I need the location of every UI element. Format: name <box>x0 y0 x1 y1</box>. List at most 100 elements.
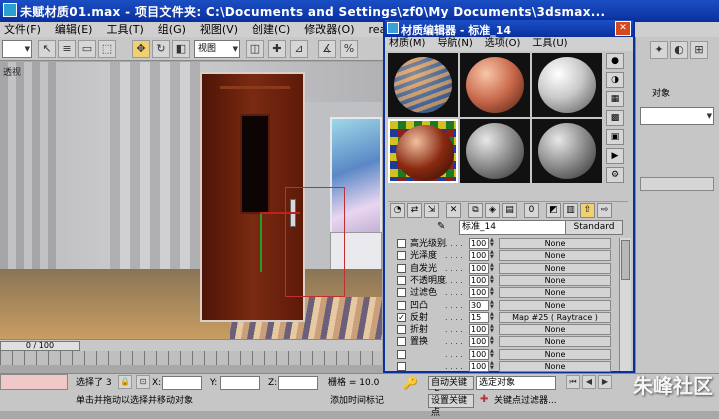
scale-icon[interactable]: ◧ <box>172 40 190 58</box>
map-amount-spinner[interactable]: ▲ ▼ <box>490 238 496 249</box>
map-amount-spinner[interactable]: ▲ ▼ <box>490 348 496 360</box>
time-slider-thumb[interactable]: 0 / 100 <box>0 341 80 351</box>
map-enable-checkbox[interactable] <box>397 325 406 335</box>
previous-frame-icon[interactable]: ◀ <box>582 375 596 389</box>
sample-slot-1[interactable] <box>388 53 458 117</box>
menu-modifiers[interactable]: 修改器(O) <box>304 22 354 37</box>
move-icon[interactable]: ✥ <box>132 40 150 58</box>
video-check-icon[interactable]: ▣ <box>606 129 624 145</box>
y-coordinate-input[interactable] <box>220 376 260 390</box>
auto-key-button[interactable]: 自动关键点 <box>428 376 474 400</box>
map-enable-checkbox[interactable] <box>397 362 406 371</box>
map-amount-input[interactable]: 100 <box>469 262 489 274</box>
modifier-stack-controls[interactable] <box>640 177 714 191</box>
snap-icon[interactable]: ⊿ <box>290 40 308 58</box>
me-menu-utilities[interactable]: 工具(U) <box>532 37 567 51</box>
go-forward-sibling-icon[interactable]: ⇨ <box>597 203 612 218</box>
select-manipulate-icon[interactable]: ✚ <box>268 40 286 58</box>
sample-slot-6[interactable] <box>532 119 602 183</box>
sample-slot-2[interactable] <box>460 53 530 117</box>
move-gizmo-x-axis[interactable] <box>260 212 300 214</box>
map-amount-spinner[interactable]: ▲ ▼ <box>490 324 496 335</box>
get-material-icon[interactable]: ◔ <box>390 203 405 218</box>
menu-tools[interactable]: 工具(T) <box>106 22 143 37</box>
reset-map-icon[interactable]: ✕ <box>446 203 461 218</box>
sample-type-icon[interactable]: ● <box>606 53 624 69</box>
menu-file[interactable]: 文件(F) <box>4 22 41 37</box>
map-slot-button[interactable]: None <box>499 250 611 262</box>
map-enable-checkbox[interactable] <box>397 337 406 347</box>
me-menu-options[interactable]: 选项(O) <box>485 37 521 51</box>
set-key-button[interactable]: 设置关键点 <box>428 394 474 418</box>
map-amount-input[interactable]: 100 <box>469 324 489 336</box>
x-coordinate-input[interactable] <box>162 376 202 390</box>
select-by-name-icon[interactable]: ≡ <box>58 40 76 58</box>
menu-edit[interactable]: 编辑(E) <box>55 22 93 37</box>
pivot-icon[interactable]: ◫ <box>246 40 264 58</box>
perspective-viewport[interactable]: 透视 <box>0 62 382 339</box>
map-enable-checkbox[interactable]: ✓ <box>397 312 406 322</box>
backlight-icon[interactable]: ◑ <box>606 72 624 88</box>
map-amount-spinner[interactable]: ▲ ▼ <box>490 287 496 298</box>
sample-slot-3[interactable] <box>532 53 602 117</box>
map-amount-spinner[interactable]: ▲ ▼ <box>490 250 496 261</box>
map-amount-input[interactable]: 100 <box>469 238 489 249</box>
track-bar[interactable] <box>0 351 382 365</box>
map-slot-button[interactable]: None <box>499 274 611 286</box>
map-amount-input[interactable]: 100 <box>469 287 489 299</box>
selection-filter-dropdown[interactable] <box>2 40 32 58</box>
viewport-label[interactable]: 透视 <box>3 65 21 78</box>
map-slot-button[interactable]: Map #25 ( Raytrace ) <box>499 311 611 323</box>
sample-slot-4-active[interactable] <box>388 119 458 183</box>
map-amount-input[interactable]: 100 <box>469 361 489 372</box>
map-enable-checkbox[interactable] <box>397 300 406 310</box>
make-preview-icon[interactable]: ▶ <box>606 148 624 164</box>
map-slot-button[interactable]: None <box>499 324 611 336</box>
show-map-in-viewport-icon[interactable]: ◩ <box>546 203 561 218</box>
modify-tab-icon[interactable]: ◐ <box>670 41 688 59</box>
map-amount-spinner[interactable]: ▲ ▼ <box>490 361 496 372</box>
me-menu-material[interactable]: 材质(M) <box>389 37 425 51</box>
rect-select-icon[interactable]: ▭ <box>78 40 96 58</box>
menu-create[interactable]: 创建(C) <box>252 22 290 37</box>
window-crossing-icon[interactable]: ⬚ <box>98 40 116 58</box>
map-enable-checkbox[interactable] <box>397 251 406 261</box>
map-slot-button[interactable]: None <box>499 336 611 348</box>
hierarchy-tab-icon[interactable]: ⊞ <box>690 41 708 59</box>
percent-snap-icon[interactable]: % <box>340 40 358 58</box>
map-enable-checkbox[interactable] <box>397 349 406 359</box>
play-icon[interactable]: ▶ <box>598 375 612 389</box>
close-icon[interactable]: ✕ <box>615 21 631 36</box>
menu-group[interactable]: 组(G) <box>158 22 186 37</box>
rotate-icon[interactable]: ↻ <box>152 40 170 58</box>
map-slot-button[interactable]: None <box>499 238 611 249</box>
key-filters-button[interactable]: 关键点过滤器... <box>494 394 557 408</box>
map-amount-input[interactable]: 100 <box>469 274 489 286</box>
map-amount-spinner[interactable]: ▲ ▼ <box>490 336 496 347</box>
me-menu-navigation[interactable]: 导航(N) <box>437 37 472 51</box>
map-amount-spinner[interactable]: ▲ ▼ <box>490 262 496 274</box>
go-to-parent-icon[interactable]: ⇧ <box>580 203 595 218</box>
scrollbar-thumb[interactable] <box>621 240 630 280</box>
move-gizmo-y-axis[interactable] <box>260 212 262 272</box>
map-amount-spinner[interactable]: ▲ ▼ <box>490 299 496 311</box>
background-icon[interactable]: ▦ <box>606 91 624 107</box>
maxscript-listener[interactable] <box>0 374 68 390</box>
make-unique-icon[interactable]: ◈ <box>485 203 500 218</box>
map-enable-checkbox[interactable] <box>397 239 406 248</box>
absolute-mode-icon[interactable]: ⊡ <box>136 375 150 389</box>
add-time-tag[interactable]: 添加时间标记 <box>330 394 384 408</box>
z-coordinate-input[interactable] <box>278 376 318 390</box>
menu-views[interactable]: 视图(V) <box>200 22 238 37</box>
map-slot-button[interactable]: None <box>499 348 611 360</box>
map-amount-input[interactable]: 100 <box>469 348 489 360</box>
time-slider[interactable]: 0 / 100 <box>0 339 382 351</box>
map-amount-spinner[interactable]: ▲ ▼ <box>490 311 496 323</box>
selection-set-dropdown[interactable]: 选定对象 <box>476 376 556 390</box>
pick-material-icon[interactable]: ✎ <box>437 221 445 232</box>
reference-coord-dropdown[interactable]: 视图 <box>194 40 240 58</box>
lock-selection-icon[interactable]: 🔒 <box>118 375 132 389</box>
make-copy-icon[interactable]: ⧉ <box>468 203 483 218</box>
put-to-library-icon[interactable]: ▤ <box>502 203 517 218</box>
assign-to-selection-icon[interactable]: ⇲ <box>424 203 439 218</box>
